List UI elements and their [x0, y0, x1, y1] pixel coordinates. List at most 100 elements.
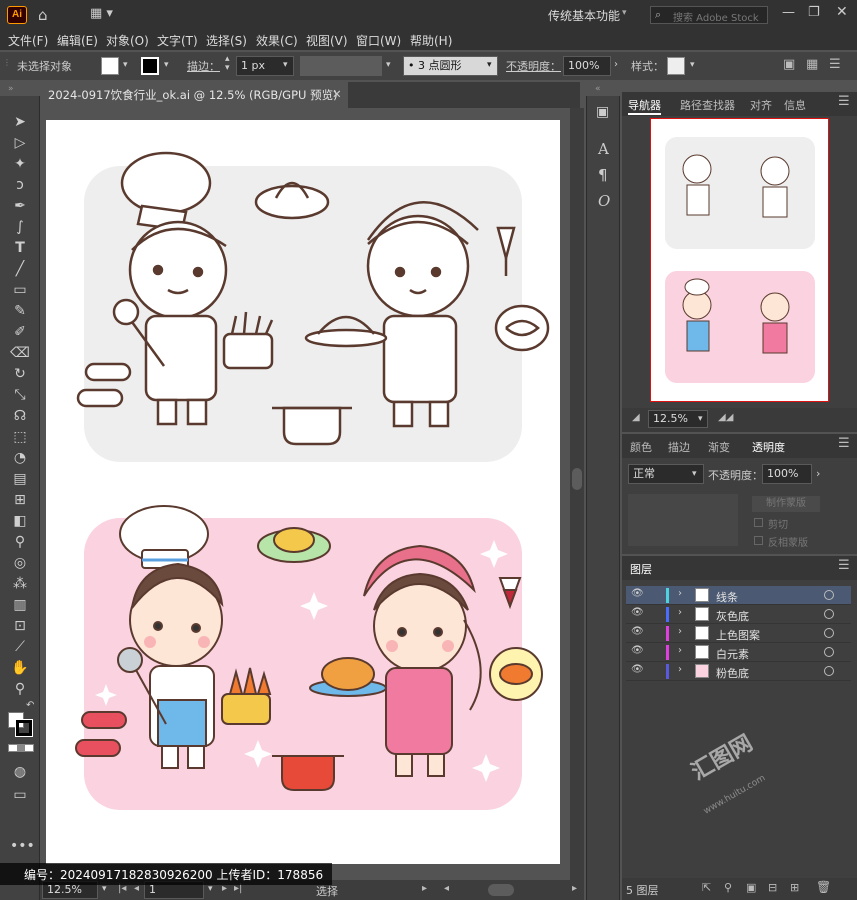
blend-tool-icon[interactable]: ◎ — [10, 553, 30, 573]
tab-pathfinder[interactable]: 路径查找器 — [680, 97, 735, 113]
fill-dropdown-icon[interactable]: ▾ — [123, 60, 128, 70]
shaper-tool-icon[interactable]: ✐ — [10, 322, 30, 342]
stock-search-input[interactable]: ⌕ 搜索 Adobe Stock — [650, 6, 768, 24]
eraser-tool-icon[interactable]: ⌫ — [10, 343, 30, 363]
scroll-left-icon[interactable]: ◂ — [444, 883, 449, 894]
chevron-down-icon[interactable]: ▾ — [283, 60, 288, 70]
visibility-eye-icon[interactable]: 👁 — [631, 588, 644, 599]
shape-builder-tool-icon[interactable]: ◔ — [10, 448, 30, 468]
eyedropper-tool-icon[interactable]: ⚲ — [10, 532, 30, 552]
clipping-mask-icon[interactable]: ▣ — [746, 881, 756, 894]
chevron-down-icon[interactable]: ▾ — [692, 469, 697, 479]
chevron-down-icon[interactable]: ▾ — [102, 884, 107, 894]
pen-tool-icon[interactable]: ✒ — [10, 196, 30, 216]
hand-tool-icon[interactable]: ✋ — [10, 658, 30, 678]
expand-layer-icon[interactable]: › — [678, 645, 682, 656]
paintbrush-tool-icon[interactable]: ✎ — [10, 301, 30, 321]
layer-name[interactable]: 白元素 — [716, 646, 749, 662]
delete-layer-icon[interactable]: 🗑 — [816, 880, 831, 894]
expand-layer-icon[interactable]: › — [678, 588, 682, 599]
arrange-icon[interactable]: ▦ — [806, 57, 818, 72]
export-icon[interactable]: ⇱ — [702, 881, 711, 894]
free-transform-tool-icon[interactable]: ⬚ — [10, 427, 30, 447]
chevron-down-icon[interactable]: ▾ — [386, 60, 391, 70]
horizontal-scrollbar-thumb[interactable] — [488, 884, 514, 896]
canvas[interactable] — [40, 108, 570, 880]
panel-menu-icon[interactable]: ☰ — [838, 558, 850, 573]
magic-wand-tool-icon[interactable]: ✦ — [10, 154, 30, 174]
layer-name[interactable]: 线条 — [716, 589, 738, 605]
libraries-icon[interactable]: ▣ — [596, 104, 609, 120]
type-tool-icon[interactable]: T — [10, 238, 30, 258]
more-tools-icon[interactable]: ••• — [10, 836, 35, 856]
variable-width-profile[interactable] — [300, 56, 382, 76]
visibility-eye-icon[interactable]: 👁 — [631, 664, 644, 675]
collapse-icon[interactable]: » — [8, 84, 14, 94]
slice-tool-icon[interactable]: ⟋ — [10, 637, 30, 657]
character-icon[interactable]: A — [598, 140, 609, 158]
target-icon[interactable] — [824, 628, 834, 638]
draw-mode-icon[interactable]: ◍ — [10, 762, 30, 782]
arrange-documents-icon[interactable]: ▦ ▾ — [90, 6, 113, 21]
chevron-right-icon[interactable]: › — [614, 59, 618, 70]
panel-menu-icon[interactable]: ☰ — [829, 57, 841, 72]
chevron-down-icon[interactable]: ▾ — [698, 414, 703, 424]
chevron-down-icon[interactable]: ▾ — [690, 60, 695, 70]
layer-row[interactable]: 👁 › 上色图案 — [626, 624, 851, 643]
tab-info[interactable]: 信息 — [784, 97, 806, 113]
tab-layers[interactable]: 图层 — [630, 561, 652, 577]
selection-tool-icon[interactable]: ➤ — [10, 112, 30, 132]
fill-swatch[interactable] — [101, 57, 119, 75]
opacity-input[interactable]: 100% — [563, 56, 611, 76]
screen-mode-icon[interactable]: ▭ — [10, 785, 30, 805]
chevron-down-icon[interactable]: ▾ — [208, 884, 213, 894]
curvature-tool-icon[interactable]: ∫ — [10, 217, 30, 237]
tab-align[interactable]: 对齐 — [750, 97, 772, 113]
paragraph-icon[interactable]: ¶ — [598, 166, 608, 184]
rotate-tool-icon[interactable]: ↻ — [10, 364, 30, 384]
layer-name[interactable]: 灰色底 — [716, 608, 749, 624]
tab-navigator[interactable]: 导航器 — [628, 97, 661, 115]
menu-select[interactable]: 选择(S) — [206, 32, 247, 49]
scrollbar-thumb[interactable] — [572, 468, 582, 490]
layer-name[interactable]: 粉色底 — [716, 665, 749, 681]
opacity-label[interactable]: 不透明度： — [506, 58, 561, 74]
workspace-switcher[interactable]: 传统基本功能 — [548, 7, 620, 24]
warp-tool-icon[interactable]: ☊ — [10, 406, 30, 426]
layer-row[interactable]: 👁 › 白元素 — [626, 643, 851, 662]
panel-menu-icon[interactable]: ☰ — [838, 436, 850, 451]
zoom-in-icon[interactable]: ◢◢ — [718, 412, 733, 423]
scale-tool-icon[interactable]: ⤡ — [10, 385, 30, 405]
menu-help[interactable]: 帮助(H) — [410, 32, 452, 49]
target-icon[interactable] — [824, 590, 834, 600]
make-mask-button[interactable]: 制作蒙版 — [752, 496, 820, 512]
perspective-grid-tool-icon[interactable]: ▤ — [10, 469, 30, 489]
target-icon[interactable] — [824, 609, 834, 619]
layer-row[interactable]: 👁 › 线条 — [626, 586, 851, 605]
layer-row[interactable]: 👁 › 灰色底 — [626, 605, 851, 624]
new-sublayer-icon[interactable]: ⊟ — [768, 881, 777, 894]
menu-edit[interactable]: 编辑(E) — [57, 32, 98, 49]
tab-stroke[interactable]: 描边 — [668, 439, 690, 455]
chevron-down-icon[interactable]: ▾ — [622, 8, 627, 18]
target-icon[interactable] — [824, 666, 834, 676]
artboard-tool-icon[interactable]: ⊡ — [10, 616, 30, 636]
graphic-style-swatch[interactable] — [667, 57, 685, 75]
layer-name[interactable]: 上色图案 — [716, 627, 760, 643]
chevron-down-icon[interactable]: ▾ — [487, 60, 492, 70]
artboard[interactable] — [46, 120, 560, 864]
brush-definition[interactable]: • 3 点圆形 — [403, 56, 498, 76]
invert-mask-checkbox[interactable] — [754, 536, 763, 545]
close-tab-icon[interactable]: ✕ — [332, 87, 342, 101]
expand-icon[interactable]: « — [595, 84, 601, 94]
visibility-eye-icon[interactable]: 👁 — [631, 626, 644, 637]
lasso-tool-icon[interactable]: ↄ — [10, 175, 30, 195]
visibility-eye-icon[interactable]: 👁 — [631, 607, 644, 618]
scroll-right-icon[interactable]: ▸ — [572, 883, 577, 894]
status-menu-icon[interactable]: ▸ — [422, 883, 427, 894]
restore-icon[interactable]: ❐ — [808, 5, 820, 20]
menu-file[interactable]: 文件(F) — [8, 32, 48, 49]
stroke-dropdown-icon[interactable]: ▾ — [164, 60, 169, 70]
tab-gradient[interactable]: 渐变 — [708, 439, 730, 455]
new-layer-icon[interactable]: ⊞ — [790, 881, 799, 894]
